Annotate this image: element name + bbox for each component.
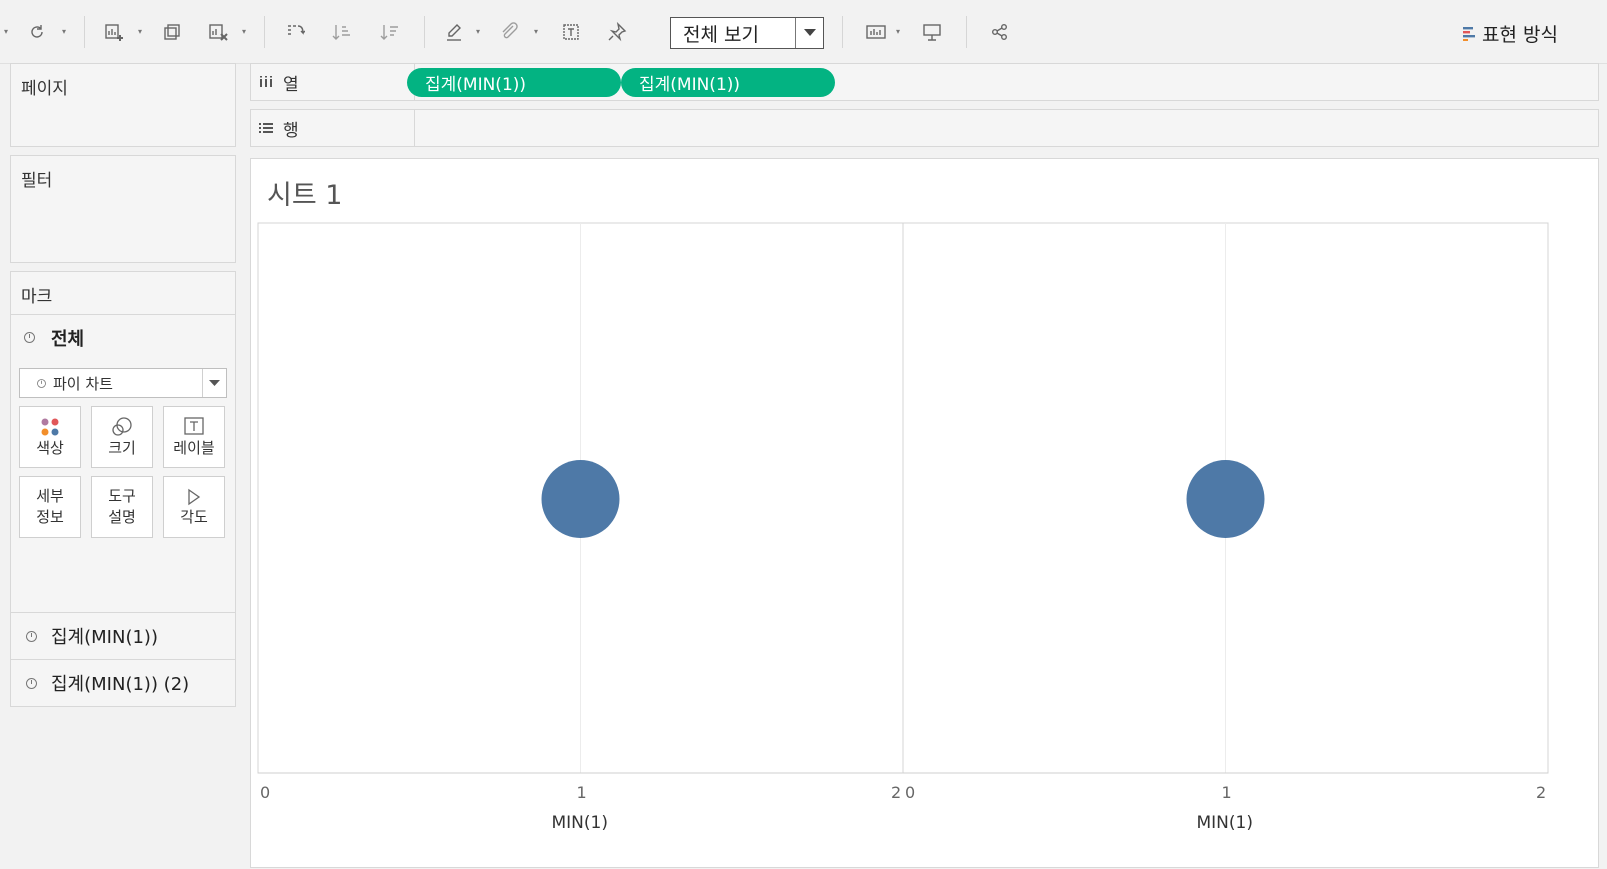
marks-all-label: 전체	[51, 328, 85, 350]
toolbar-separator	[424, 16, 425, 48]
color-label: 색상	[36, 438, 64, 457]
new-worksheet-caret-icon[interactable]: ▾	[138, 28, 146, 36]
show-cards-icon[interactable]	[864, 18, 888, 46]
filters-shelf[interactable]: 필터	[10, 155, 236, 263]
detail-button[interactable]: 세부 정보	[19, 476, 81, 538]
rows-icon	[259, 123, 273, 133]
rows-label: 행	[283, 120, 299, 141]
x-axis-title: MIN(1)	[1196, 813, 1253, 833]
columns-shelf-label: 열	[251, 64, 415, 100]
share-icon[interactable]	[988, 18, 1012, 46]
sort-descending-icon[interactable]	[378, 18, 400, 46]
chevron-down-icon[interactable]	[795, 18, 823, 48]
marks-tab-agg-1[interactable]: 집계(MIN(1))	[10, 612, 236, 659]
toolbar-separator	[966, 16, 967, 48]
x-tick-label: 1	[1221, 783, 1232, 802]
color-dots-icon	[41, 418, 59, 435]
show-mark-labels-icon[interactable]	[560, 18, 582, 46]
worksheet-canvas: 시트 1 0 1 2 MIN(1) 0 1 2 MIN(1)	[250, 158, 1599, 868]
new-worksheet-icon[interactable]	[102, 18, 126, 46]
chevron-down-icon[interactable]	[202, 369, 226, 397]
rows-shelf[interactable]: 행	[250, 109, 1599, 147]
show-me-icon	[1463, 27, 1475, 41]
highlight-icon[interactable]	[444, 18, 466, 46]
x-tick-label: 1	[576, 783, 587, 802]
x-tick-label: 2	[891, 783, 902, 802]
angle-label: 각도	[180, 507, 208, 526]
pie-chart-icon	[24, 332, 35, 343]
pie-chart-panes	[257, 222, 1549, 774]
mark-type-label: 파이 차트	[53, 374, 113, 393]
filters-title: 필터	[21, 171, 53, 191]
pie-chart-icon	[26, 630, 37, 642]
pie-chart-icon	[37, 378, 46, 388]
pages-title: 페이지	[21, 79, 68, 99]
view-fit-label: 전체 보기	[683, 23, 759, 46]
refresh-icon[interactable]	[26, 18, 48, 46]
size-label: 크기	[108, 438, 136, 457]
swap-axes-icon[interactable]	[284, 18, 306, 46]
angle-icon	[188, 488, 201, 505]
presentation-mode-icon[interactable]	[920, 18, 944, 46]
rows-shelf-label: 행	[251, 110, 415, 146]
x-tick-label: 0	[260, 783, 271, 802]
pie-chart-icon	[26, 677, 37, 689]
size-icon	[112, 416, 132, 436]
pill-label: 집계(MIN(1))	[639, 75, 741, 95]
detail-label-line2: 정보	[36, 508, 64, 526]
marks-all-tab[interactable]: 전체	[10, 314, 236, 360]
x-tick-label: 2	[1536, 783, 1547, 802]
column-pill[interactable]: 집계(MIN(1))	[407, 68, 621, 97]
toolbar-separator	[842, 16, 843, 48]
highlight-caret-icon[interactable]: ▾	[476, 28, 484, 36]
refresh-caret-icon[interactable]: ▾	[62, 28, 70, 36]
x-tick-label: 0	[905, 783, 916, 802]
marks-tab-label: 집계(MIN(1)) (2)	[51, 674, 190, 695]
pie-mark	[1186, 460, 1265, 538]
label-label: 레이블	[173, 438, 215, 457]
marks-title: 마크	[21, 287, 53, 307]
toolbar-separator	[264, 16, 265, 48]
pages-shelf[interactable]: 페이지	[10, 63, 236, 147]
marks-tab-label: 집계(MIN(1))	[51, 627, 158, 648]
clear-sheet-caret-icon[interactable]: ▾	[242, 28, 250, 36]
view-fit-select[interactable]: 전체 보기	[670, 17, 824, 49]
columns-icon	[260, 76, 272, 87]
show-cards-caret-icon[interactable]: ▾	[896, 28, 904, 36]
detail-label-line1: 세부	[36, 487, 64, 505]
duplicate-sheet-icon[interactable]	[160, 18, 184, 46]
toolbar-separator	[84, 16, 85, 48]
group-caret-icon[interactable]: ▾	[534, 28, 542, 36]
tooltip-label-line1: 도구	[108, 487, 136, 505]
angle-button[interactable]: 각도	[163, 476, 225, 538]
pill-label: 집계(MIN(1))	[425, 75, 527, 95]
tooltip-button[interactable]: 도구 설명	[91, 476, 153, 538]
columns-label: 열	[283, 74, 299, 95]
columns-shelf[interactable]: 열 집계(MIN(1)) 집계(MIN(1))	[250, 63, 1599, 101]
group-members-icon[interactable]	[498, 18, 520, 46]
tooltip-label-line2: 설명	[108, 508, 136, 526]
mark-type-select[interactable]: 파이 차트	[19, 368, 227, 398]
fix-axes-pin-icon[interactable]	[606, 18, 628, 46]
toolbar: ▾ ▾ ▾ ▾ ▾ ▾ 전체 보기 ▾ 표현 방식	[0, 0, 1607, 64]
x-axis-title: MIN(1)	[551, 813, 608, 833]
color-button[interactable]: 색상	[19, 406, 81, 468]
show-me-label: 표현 방식	[1482, 23, 1558, 46]
dropdown-caret-icon[interactable]: ▾	[4, 28, 12, 36]
sort-ascending-icon[interactable]	[330, 18, 352, 46]
show-me-button[interactable]: 표현 방식	[1462, 19, 1558, 47]
column-pill[interactable]: 집계(MIN(1))	[621, 68, 835, 97]
marks-tab-agg-2[interactable]: 집계(MIN(1)) (2)	[10, 659, 236, 706]
label-button[interactable]: 레이블	[163, 406, 225, 468]
clear-sheet-icon[interactable]	[206, 18, 230, 46]
size-button[interactable]: 크기	[91, 406, 153, 468]
pie-mark	[541, 460, 620, 538]
text-label-icon	[184, 416, 204, 435]
